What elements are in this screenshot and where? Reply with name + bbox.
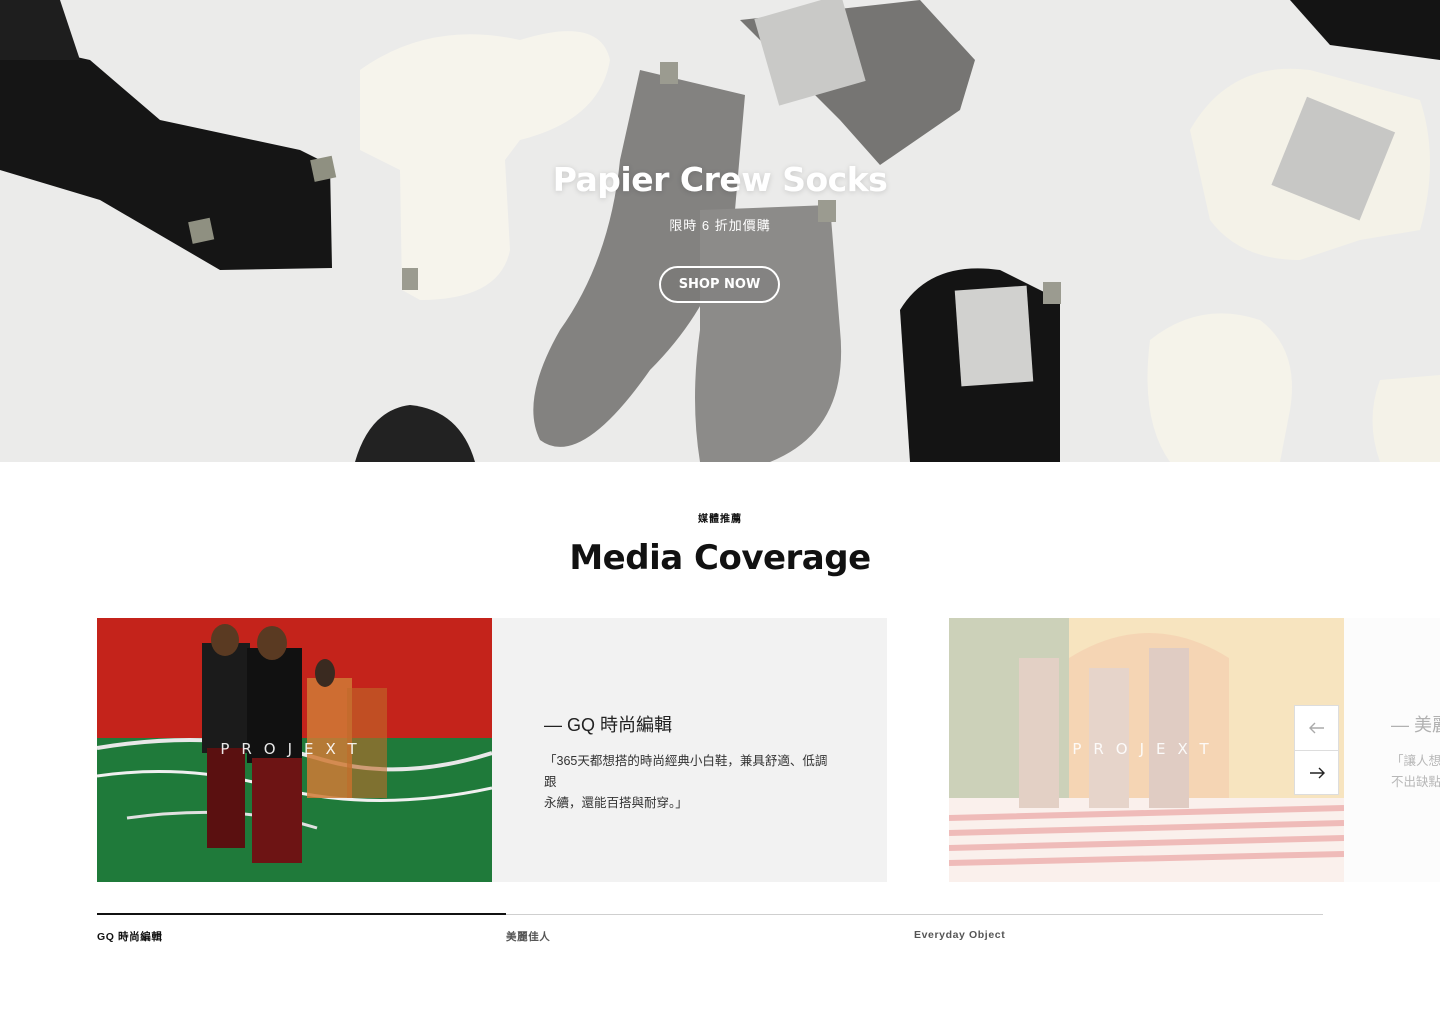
media-tabs: GQ 時尚編輯 美麗佳人 Everyday Object [97, 913, 1323, 954]
media-quote-line: 永續，還能百搭與耐穿。」 [544, 796, 688, 810]
section-title: Media Coverage [569, 538, 871, 578]
arrow-left-icon [1308, 722, 1324, 734]
shop-now-button[interactable]: SHOP NOW [659, 266, 780, 303]
media-card-gq: PROJEXT — GQ 時尚編輯 「365天都想搭的時尚經典小白鞋，兼具舒適、… [97, 618, 887, 882]
carousel-controls [1294, 705, 1339, 795]
hero-subtitle: 限時 6 折加價購 [669, 218, 771, 233]
tab-marie-claire[interactable]: 美麗佳人 [506, 929, 550, 944]
media-quote-line: 「365天都想搭的時尚經典小白鞋，兼具舒適、低調跟 [544, 754, 828, 789]
brand-watermark: PROJEXT [220, 740, 369, 758]
active-tab-indicator [97, 913, 506, 915]
media-card-image: PROJEXT [949, 618, 1344, 882]
media-quote: 「365天都想搭的時尚經典小白鞋，兼具舒適、低調跟 永續，還能百搭與耐穿。」 [544, 751, 835, 814]
carousel-prev-button[interactable] [1295, 706, 1338, 750]
hero-banner: Papier Crew Socks 限時 6 折加價購 SHOP NOW [0, 0, 1440, 462]
section-eyebrow: 媒體推薦 [698, 514, 742, 525]
media-source: — 美麗 [1391, 715, 1440, 735]
media-quote-line: 「讓人想 [1391, 754, 1440, 768]
media-quote: 「讓人想 不出缺點 [1391, 751, 1440, 793]
media-card-text: — 美麗 「讓人想 不出缺點 [1344, 618, 1440, 882]
tab-everyday-object[interactable]: Everyday Object [914, 929, 1005, 941]
arrow-right-icon [1309, 767, 1325, 778]
tab-gq[interactable]: GQ 時尚編輯 [97, 929, 162, 944]
media-coverage-section: 媒體推薦 Media Coverage PROJEXT — GQ 時尚編輯 「3… [0, 462, 1440, 1024]
hero-title: Papier Crew Socks [552, 160, 888, 199]
media-card-text: — GQ 時尚編輯 「365天都想搭的時尚經典小白鞋，兼具舒適、低調跟 永續，還… [492, 618, 887, 882]
media-source: — GQ 時尚編輯 [544, 715, 673, 735]
media-card-next: PROJEXT — 美麗 「讓人想 不出缺點 [949, 618, 1440, 882]
carousel-next-button[interactable] [1295, 750, 1338, 794]
hero-content: Papier Crew Socks 限時 6 折加價購 SHOP NOW [0, 0, 1440, 462]
media-card-image: PROJEXT [97, 618, 492, 882]
media-quote-line: 不出缺點 [1391, 775, 1440, 789]
brand-watermark: PROJEXT [1072, 740, 1221, 758]
